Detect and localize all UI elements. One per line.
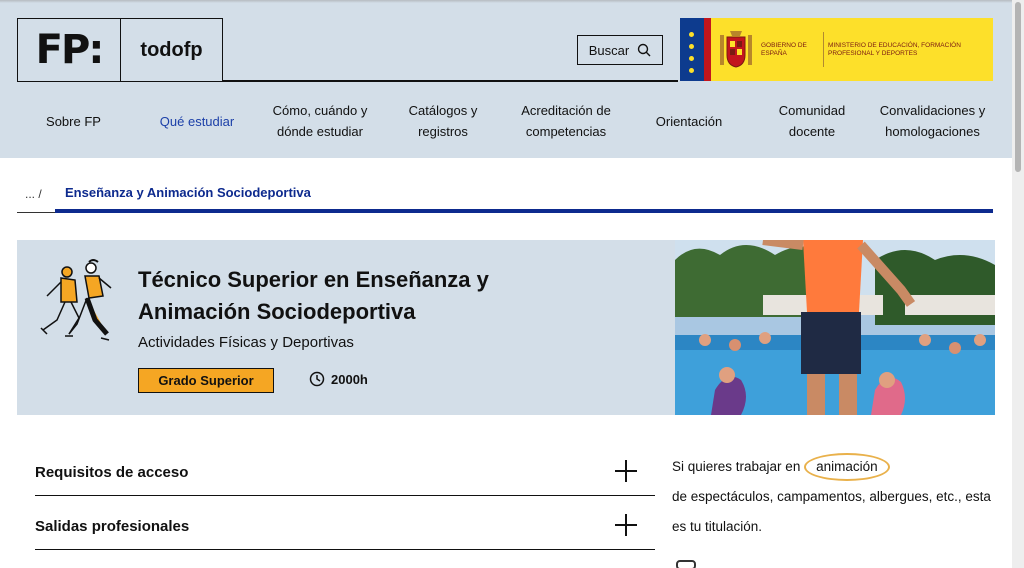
eu-flag-icon: [680, 18, 704, 81]
course-family: Actividades Físicas y Deportivas: [138, 334, 354, 351]
summary-text-after: de espectáculos, campamentos, albergues,…: [672, 489, 991, 534]
hours-value: 2000h: [331, 371, 368, 387]
nav-item-que-estudiar[interactable]: Qué estudiar: [130, 98, 264, 144]
header-divider: [223, 80, 678, 82]
nav-item-comunidad-docente[interactable]: Comunidad docente: [756, 98, 868, 144]
nav-item-acreditacion[interactable]: Acreditación de competencias: [510, 98, 622, 144]
ministry-text: MINISTERIO DE EDUCACIÓN, FORMACIÓN PROFE…: [828, 41, 961, 57]
course-hero: Técnico Superior en Enseñanza y Animació…: [17, 240, 995, 415]
clock-icon: [309, 371, 325, 387]
breadcrumb: ... / Enseñanza y Animación Sociodeporti…: [17, 183, 993, 213]
search-label: Buscar: [588, 42, 630, 58]
site-header: FP: todofp Buscar GOBIERNO DE ESPAÑA MIN…: [0, 0, 1012, 158]
gov-divider: [823, 32, 824, 67]
summary-text-before: Si quieres trabajar en: [672, 459, 801, 474]
gov-spain-text: GOBIERNO DE ESPAÑA: [761, 41, 807, 57]
viewport-shadow: [0, 0, 1012, 3]
scrollbar-thumb[interactable]: [1015, 2, 1021, 172]
breadcrumb-line: [17, 212, 55, 213]
coat-of-arms-icon: [711, 18, 761, 81]
accordion-label: Requisitos de acceso: [35, 464, 189, 481]
logo-text: todofp: [140, 38, 203, 61]
breadcrumb-ellipsis[interactable]: ... /: [25, 187, 42, 201]
nav-item-convalidaciones[interactable]: Convalidaciones y homologaciones: [868, 98, 997, 144]
site-logo[interactable]: FP: todofp: [17, 18, 223, 82]
search-icon: [638, 43, 651, 57]
flag-stripe: [704, 18, 711, 81]
document-icon: [676, 560, 696, 568]
plus-icon[interactable]: [615, 514, 637, 536]
nav-item-catalogos[interactable]: Catálogos y registros: [376, 98, 510, 144]
breadcrumb-current: Enseñanza y Animación Sociodeportiva: [65, 185, 311, 200]
runners-illustration: [40, 259, 112, 341]
page-scrollbar[interactable]: [1012, 0, 1024, 568]
main-nav: Sobre FP Qué estudiar Cómo, cuándo y dón…: [17, 98, 997, 144]
breadcrumb-active-line: [55, 209, 993, 213]
course-title: Técnico Superior en Enseñanza y Animació…: [138, 267, 489, 324]
government-banner[interactable]: GOBIERNO DE ESPAÑA MINISTERIO DE EDUCACI…: [680, 18, 993, 81]
logo-mark: FP:: [18, 19, 121, 81]
hero-photo: [675, 240, 995, 415]
level-badge: Grado Superior: [138, 368, 274, 393]
course-summary: Si quieres trabajar en animación de espe…: [672, 452, 992, 542]
accordion-label: Salidas profesionales: [35, 518, 190, 535]
nav-item-orientacion[interactable]: Orientación: [622, 98, 756, 144]
plus-icon[interactable]: [615, 460, 637, 482]
nav-item-sobre-fp[interactable]: Sobre FP: [17, 98, 130, 144]
accordion-salidas[interactable]: Salidas profesionales: [35, 496, 655, 550]
nav-item-como-cuando-donde[interactable]: Cómo, cuándo y dónde estudiar: [264, 98, 376, 144]
course-hours: 2000h: [309, 371, 368, 387]
accordion-requisitos[interactable]: Requisitos de acceso: [35, 442, 655, 496]
summary-highlight: animación: [804, 453, 890, 481]
search-button[interactable]: Buscar: [577, 35, 663, 65]
